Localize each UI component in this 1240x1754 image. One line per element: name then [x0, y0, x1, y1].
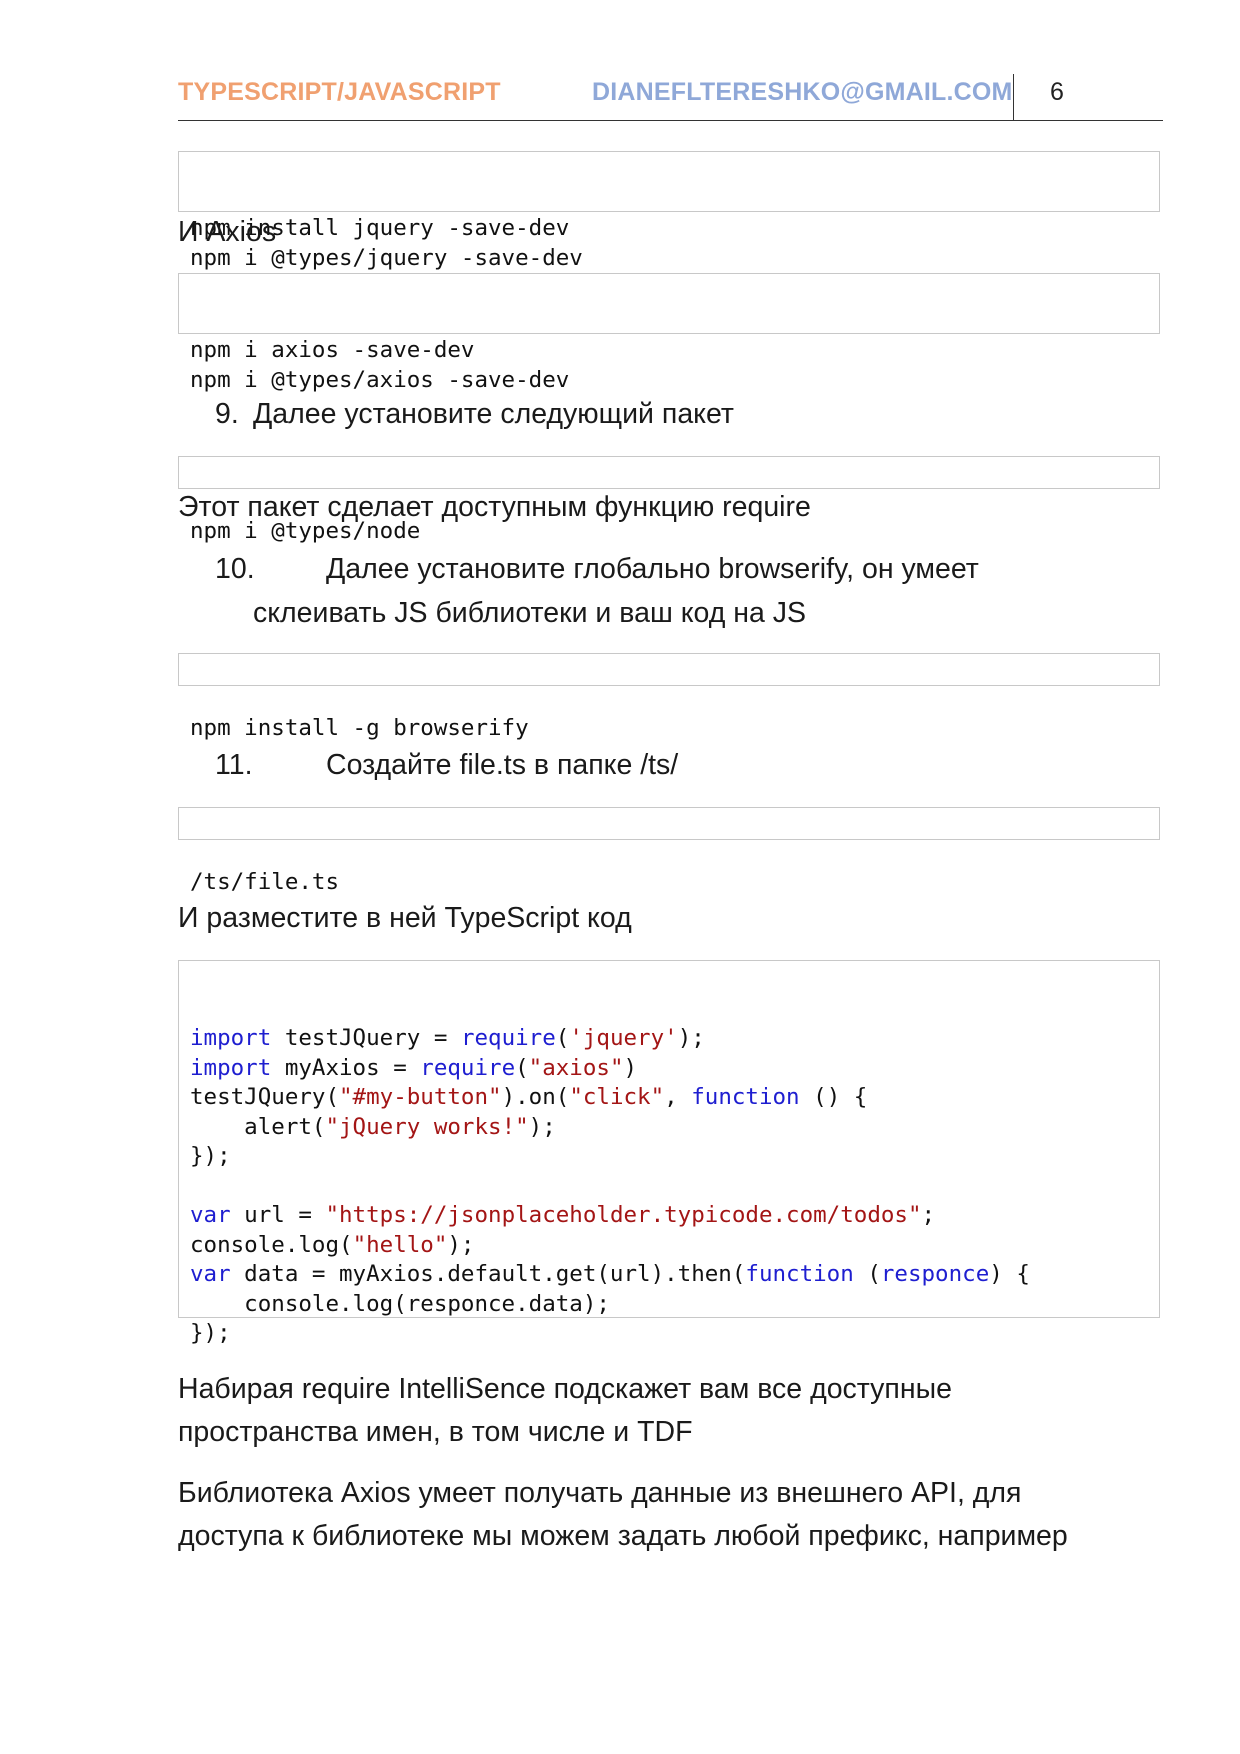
- intellisense-line-1: Набирая require IntelliSence подскажет в…: [178, 1373, 952, 1405]
- code-line: testJQuery("#my-button").on("click", fun…: [190, 1084, 868, 1110]
- code-line: npm i @types/axios -save-dev: [190, 366, 570, 393]
- code-line: console.log("hello");: [190, 1231, 475, 1258]
- code-line: npm install jquery -save-dev: [190, 215, 570, 241]
- header-divider: [1013, 74, 1014, 120]
- page-header: TYPESCRIPT/JAVASCRIPT DIANEFLTERESHKO@GM…: [178, 74, 1163, 121]
- code-block-jquery: npm install jquery -save-dev npm i @types…: [178, 151, 1160, 271]
- code-block-browserify: npm install -g browserify: [178, 653, 1160, 741]
- step-10-number: 10.: [215, 553, 255, 585]
- code-line: });: [190, 1320, 231, 1346]
- code-line: var url = "https://jsonplaceholder.typic…: [190, 1202, 936, 1228]
- code-line: import testJQuery = require('jquery');: [190, 1025, 705, 1051]
- code-line: });: [190, 1143, 231, 1169]
- page-number: 6: [1050, 78, 1064, 106]
- header-title: TYPESCRIPT/JAVASCRIPT: [178, 78, 501, 106]
- step-10-text-line1: Далее установите глобально browserify, о…: [326, 553, 979, 585]
- code-line: npm install -g browserify: [190, 715, 529, 741]
- code-line: npm i @types/jquery -save-dev: [190, 244, 583, 271]
- code-line: /ts/file.ts: [190, 869, 340, 895]
- step-11-text: Создайте file.ts в папке /ts/: [326, 749, 679, 781]
- code-line: npm i axios -save-dev: [190, 337, 475, 363]
- step-10-text-line2: склеивать JS библиотеки и ваш код на JS: [253, 597, 807, 629]
- code-block-path: /ts/file.ts: [178, 807, 1160, 895]
- code-line: import myAxios = require("axios"): [190, 1054, 638, 1081]
- step-11-number: 11.: [215, 749, 253, 781]
- code-line: console.log(responce.data);: [190, 1290, 610, 1317]
- code-line: alert("jQuery works!");: [190, 1113, 556, 1140]
- header-email: DIANEFLTERESHKO@GMAIL.COM: [592, 78, 1013, 106]
- axios-note-line-2: доступа к библиотеке мы можем задать люб…: [178, 1520, 1068, 1552]
- axios-note-line-1: Библиотека Axios умеет получать данные и…: [178, 1477, 1022, 1509]
- code-block-node: npm i @types/node: [178, 456, 1160, 544]
- code-block-axios: npm i axios -save-dev npm i @types/axios …: [178, 273, 1160, 393]
- intellisense-line-2: пространства имен, в том числе и TDF: [178, 1416, 693, 1448]
- axios-label: И Axios: [178, 216, 277, 248]
- place-code-label: И разместите в ней TypeScript код: [178, 902, 632, 934]
- code-block-typescript: import testJQuery = require('jquery'); im…: [178, 960, 1160, 1346]
- step-9-text: Далее установите следующий пакет: [253, 398, 734, 430]
- step-9-number: 9.: [215, 398, 239, 430]
- node-note: Этот пакет сделает доступным функцию req…: [178, 491, 811, 523]
- code-line: var data = myAxios.default.get(url).then…: [190, 1261, 1030, 1287]
